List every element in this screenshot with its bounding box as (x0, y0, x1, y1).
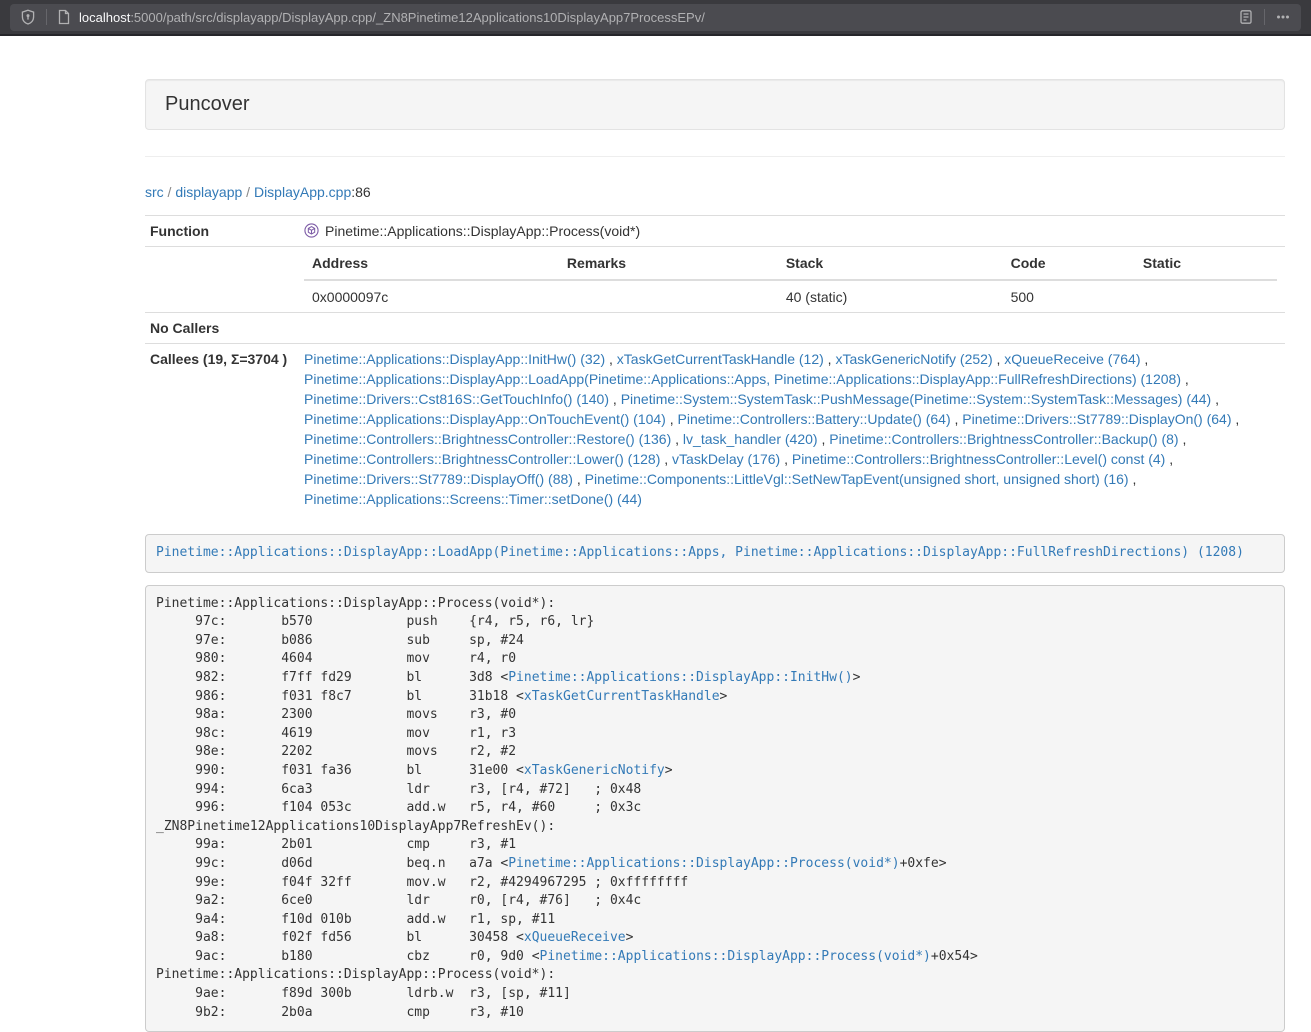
breadcrumb-link[interactable]: DisplayApp.cpp (254, 184, 351, 200)
function-icon (304, 223, 319, 238)
url-path: :5000/path/src/displayapp/DisplayApp.cpp… (130, 10, 705, 25)
divider (145, 156, 1285, 157)
function-detail-table: Address Remarks Stack Code Static 0x0000… (304, 247, 1277, 312)
toolbar-divider (1264, 9, 1265, 25)
app-title: Puncover (165, 93, 250, 115)
breadcrumb-link[interactable]: displayapp (175, 184, 242, 200)
callees-list: Pinetime::Applications::DisplayApp::Init… (296, 344, 1285, 515)
function-row-label: Function (145, 216, 296, 247)
callees-label: Callees (19, Σ=3704 ) (145, 344, 296, 515)
table-row: Function Pinetime::Applications::Display… (145, 216, 1285, 247)
code-value: 500 (1003, 280, 1135, 312)
breadcrumb: src / displayapp / DisplayApp.cpp:86 (145, 182, 1285, 202)
page-content: Puncover src / displayapp / DisplayApp.c… (145, 79, 1285, 1032)
no-callers-label: No Callers (145, 313, 296, 344)
remarks-value (559, 280, 778, 312)
callee-link[interactable]: Pinetime::Drivers::St7789::DisplayOn() (… (962, 411, 1231, 427)
callee-link[interactable]: Pinetime::Controllers::BrightnessControl… (792, 451, 1165, 467)
disassembly-symbol-link[interactable]: Pinetime::Applications::DisplayApp::Proc… (508, 856, 899, 871)
disassembly-symbol-link[interactable]: xQueueReceive (524, 930, 626, 945)
reader-mode-icon[interactable] (1238, 9, 1254, 25)
callee-link[interactable]: Pinetime::Controllers::BrightnessControl… (304, 431, 671, 447)
callee-link[interactable]: Pinetime::Applications::DisplayApp::Init… (304, 351, 605, 367)
symbol-table: Function Pinetime::Applications::Display… (145, 215, 1285, 514)
callee-link[interactable]: Pinetime::Drivers::St7789::DisplayOff() … (304, 471, 573, 487)
browser-toolbar: localhost:5000/path/src/displayapp/Displ… (0, 0, 1311, 36)
snippet-block: Pinetime::Applications::DisplayApp::Load… (145, 534, 1285, 573)
callee-link[interactable]: Pinetime::System::SystemTask::PushMessag… (621, 391, 1212, 407)
disassembly-symbol-link[interactable]: Pinetime::Applications::DisplayApp::Init… (508, 670, 852, 685)
callee-link[interactable]: Pinetime::Applications::DisplayApp::OnTo… (304, 411, 666, 427)
app-header: Puncover (145, 79, 1285, 130)
breadcrumb-link[interactable]: src (145, 184, 164, 200)
breadcrumb-line-number: :86 (351, 184, 370, 200)
callee-link[interactable]: vTaskDelay (176) (672, 451, 780, 467)
callee-link[interactable]: Pinetime::Components::LittleVgl::SetNewT… (585, 471, 1129, 487)
stack-value: 40 (static) (778, 280, 1003, 312)
breadcrumb-separator: / (164, 184, 176, 200)
static-value (1135, 280, 1277, 312)
disassembly-symbol-link[interactable]: Pinetime::Applications::DisplayApp::Proc… (540, 949, 931, 964)
table-row: Address Remarks Stack Code Static 0x0000… (145, 247, 1285, 313)
disassembly-block: Pinetime::Applications::DisplayApp::Proc… (145, 585, 1285, 1032)
table-row: Callees (19, Σ=3704 ) Pinetime::Applicat… (145, 344, 1285, 515)
callee-link[interactable]: Pinetime::Controllers::BrightnessControl… (829, 431, 1178, 447)
callee-link[interactable]: xQueueReceive (764) (1004, 351, 1140, 367)
page-icon[interactable] (57, 9, 71, 25)
callee-link[interactable]: lv_task_handler (420) (683, 431, 818, 447)
url-text[interactable]: localhost:5000/path/src/displayapp/Displ… (79, 10, 1238, 25)
disassembly-symbol-link[interactable]: xTaskGetCurrentTaskHandle (524, 689, 720, 704)
callee-link[interactable]: Pinetime::Drivers::Cst816S::GetTouchInfo… (304, 391, 609, 407)
column-header-remarks: Remarks (559, 247, 778, 280)
column-header-static: Static (1135, 247, 1277, 280)
column-header-code: Code (1003, 247, 1135, 280)
callee-link[interactable]: Pinetime::Applications::DisplayApp::Load… (304, 371, 1181, 387)
address-value: 0x0000097c (304, 280, 559, 312)
breadcrumb-separator: / (242, 184, 254, 200)
callee-link[interactable]: xTaskGenericNotify (252) (835, 351, 992, 367)
url-bar[interactable]: localhost:5000/path/src/displayapp/Displ… (10, 4, 1301, 31)
toolbar-divider (46, 9, 47, 25)
function-name: Pinetime::Applications::DisplayApp::Proc… (325, 223, 640, 239)
snippet-link[interactable]: Pinetime::Applications::DisplayApp::Load… (156, 545, 1244, 560)
column-header-stack: Stack (778, 247, 1003, 280)
callee-link[interactable]: xTaskGetCurrentTaskHandle (12) (617, 351, 824, 367)
callee-link[interactable]: Pinetime::Controllers::Battery::Update()… (678, 411, 951, 427)
disassembly-symbol-link[interactable]: xTaskGenericNotify (524, 763, 665, 778)
url-host: localhost (79, 10, 130, 25)
page-actions-menu-icon[interactable] (1275, 9, 1291, 25)
callee-link[interactable]: Pinetime::Controllers::BrightnessControl… (304, 451, 660, 467)
column-header-address: Address (304, 247, 559, 280)
table-row: 0x0000097c 40 (static) 500 (304, 280, 1277, 312)
callee-link[interactable]: Pinetime::Applications::Screens::Timer::… (304, 491, 642, 507)
shield-icon[interactable] (20, 9, 36, 25)
table-row: No Callers (145, 313, 1285, 344)
